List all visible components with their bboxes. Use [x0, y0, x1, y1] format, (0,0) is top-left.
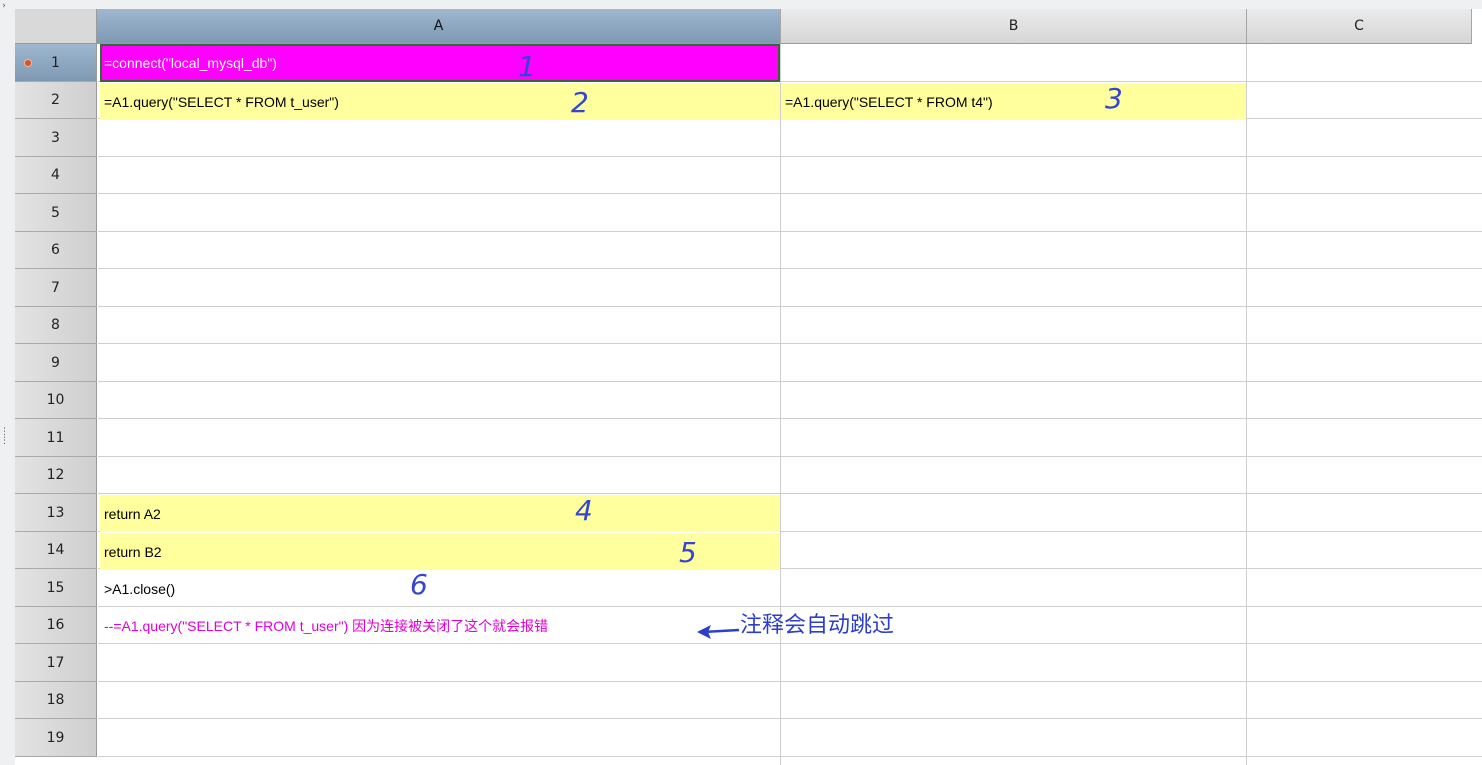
cell-a2[interactable]: =A1.query("SELECT * FROM t_user")	[100, 83, 780, 120]
cell-a16[interactable]: --=A1.query("SELECT * FROM t_user") 因为连接…	[100, 607, 780, 644]
row-gridline	[98, 418, 1482, 419]
row-gridline	[98, 268, 1482, 269]
annotation-step-3: 3	[1105, 82, 1123, 115]
row-gridline	[98, 456, 1482, 457]
row-header-19[interactable]: 19	[15, 719, 97, 757]
row-header-2[interactable]: 2	[15, 82, 97, 119]
row-header-1[interactable]: 1	[15, 44, 97, 82]
row-header-10[interactable]: 10	[15, 382, 97, 419]
cell-a15[interactable]: >A1.close()	[100, 570, 780, 607]
column-gridline	[780, 44, 781, 765]
row-gridline	[98, 193, 1482, 194]
column-header-c[interactable]: C	[1247, 9, 1472, 44]
row-header-8[interactable]: 8	[15, 307, 97, 344]
row-header-9[interactable]: 9	[15, 344, 97, 382]
breakpoint-dot-icon[interactable]	[25, 60, 31, 66]
row-gridline	[98, 343, 1482, 344]
annotation-step-5: 5	[679, 536, 697, 569]
cell-a14[interactable]: return B2	[100, 533, 780, 570]
row-header-14[interactable]: 14	[15, 532, 97, 569]
row-gridline	[98, 231, 1482, 232]
cell-b2[interactable]: =A1.query("SELECT * FROM t4")	[781, 83, 1246, 120]
cell-a1[interactable]: =connect("local_mysql_db")	[100, 44, 780, 82]
column-header-b[interactable]: B	[781, 9, 1247, 44]
annotation-step-6: 6	[410, 568, 428, 601]
annotation-step-4: 4	[575, 494, 593, 527]
row-gridline	[98, 156, 1482, 157]
row-header-13[interactable]: 13	[15, 494, 97, 532]
row-gridline	[98, 681, 1482, 682]
spreadsheet-grid: A B C 1 2 3 4 5 6 7 8 9 10 11 12 13 14 15 16 17 18 19 =con…	[15, 9, 1482, 765]
row-gridline	[98, 493, 1482, 494]
left-panel-edge: › ⋮ ⋮	[0, 0, 10, 765]
row-gridline	[98, 306, 1482, 307]
row-header-16[interactable]: 16	[15, 607, 97, 644]
row-header-6[interactable]: 6	[15, 232, 97, 269]
collapse-arrows-icon[interactable]: ›	[0, 2, 8, 11]
row-header-17[interactable]: 17	[15, 644, 97, 682]
row-gridline	[98, 381, 1482, 382]
row-header-7[interactable]: 7	[15, 269, 97, 307]
row-header-3[interactable]: 3	[15, 119, 97, 157]
row-header-18[interactable]: 18	[15, 682, 97, 719]
annotation-step-1: 1	[518, 50, 536, 83]
annotation-step-2: 2	[571, 86, 589, 119]
row-header-4[interactable]: 4	[15, 157, 97, 194]
column-header-a[interactable]: A	[97, 9, 781, 44]
cell-a13[interactable]: return A2	[100, 495, 780, 532]
comment-skip-note: 注释会自动跳过	[740, 613, 895, 638]
row-header-12[interactable]: 12	[15, 457, 97, 494]
column-gridline	[1246, 44, 1247, 765]
row-header-5[interactable]: 5	[15, 194, 97, 232]
splitter-grip-icon[interactable]: ⋮ ⋮	[0, 428, 9, 446]
arrow-left-icon	[697, 625, 740, 639]
row-header-15[interactable]: 15	[15, 569, 97, 607]
row-header-11[interactable]: 11	[15, 419, 97, 457]
row-gridline	[98, 718, 1482, 719]
row-header-label: 1	[51, 54, 60, 71]
row-gridline	[98, 756, 1482, 757]
select-all-corner[interactable]	[15, 9, 97, 44]
